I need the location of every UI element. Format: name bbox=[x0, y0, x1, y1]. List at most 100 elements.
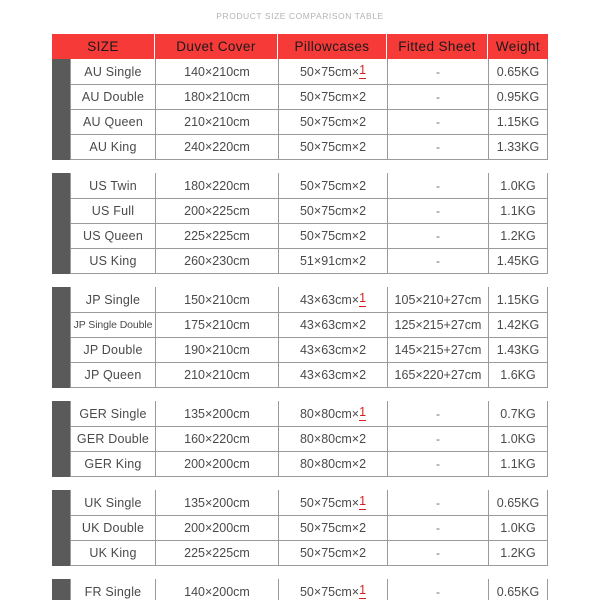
cell-weight: 1.1KG bbox=[500, 204, 536, 218]
region-group-fr: FR Single140×200cm50×75cm×1-0.65KGFR Dou… bbox=[52, 579, 548, 600]
pillowcase-quantity: 2 bbox=[359, 229, 367, 243]
table-row[interactable]: AU Single 140×210cm 50×75cm× 1-0.65KG bbox=[71, 59, 547, 84]
cell-size: JP Double bbox=[71, 338, 156, 362]
cell-pillowcases: 43×63cm× 2 bbox=[279, 363, 388, 387]
pillowcase-dimensions: 50×75cm× bbox=[299, 495, 360, 510]
pillowcase-quantity: 2 bbox=[359, 457, 367, 471]
cell-weight: 1.0KG bbox=[500, 432, 536, 446]
region-accent-bar bbox=[52, 401, 70, 477]
region-group-ger: GER Single 135×200cm 80×80cm× 1-0.7KG GER Do… bbox=[52, 401, 548, 477]
cell-weight: 0.95KG bbox=[496, 90, 540, 104]
cell-weight: 0.7KG bbox=[500, 406, 536, 421]
cell-pillowcases: 50×75cm× 2 bbox=[279, 224, 388, 248]
cell-fitted-sheet: 165×220+27cm bbox=[388, 363, 489, 387]
table-row[interactable]: GER King 200×200cm 80×80cm× 2-1.1KG bbox=[71, 451, 547, 476]
cell-duvet-cover: 140×210cm bbox=[156, 59, 279, 84]
table-row[interactable]: FR Single 140×200cm 50×75cm× 1-0.65KG bbox=[71, 579, 547, 600]
table-row[interactable]: JP Queen 210×210cm 43×63cm× 2 165×220+27cm 1.… bbox=[71, 362, 547, 387]
cell-fitted-sheet: - bbox=[388, 110, 489, 134]
cell-size: AU Queen bbox=[71, 110, 156, 134]
table-row[interactable]: US Queen 225×225cm 50×75cm× 2-1.2KG bbox=[71, 223, 547, 248]
cell-weight: 0.65KG bbox=[496, 64, 540, 79]
cell-duvet-cover: 135×200cm bbox=[156, 490, 279, 515]
cell-duvet-cover: 200×200cm bbox=[156, 516, 279, 540]
region-rows: GER Single 135×200cm 80×80cm× 1-0.7KG GER Do… bbox=[70, 401, 548, 477]
region-rows: JP Single 150×210cm 43×63cm× 1 105×210+27cm 1… bbox=[70, 287, 548, 388]
table-row[interactable]: AU Queen 210×210cm 50×75cm× 2-1.15KG bbox=[71, 109, 547, 134]
table-row[interactable]: GER Single 135×200cm 80×80cm× 1-0.7KG bbox=[71, 401, 547, 426]
cell-duvet-cover: 225×225cm bbox=[156, 224, 279, 248]
region-rows: AU Single 140×210cm 50×75cm× 1-0.65KG AU Dou… bbox=[70, 59, 548, 160]
pillowcase-dimensions: 80×80cm× bbox=[299, 432, 360, 446]
cell-fitted-sheet: - bbox=[388, 135, 489, 159]
table-row[interactable]: US Full 200×225cm 50×75cm× 2-1.1KG bbox=[71, 198, 547, 223]
table-row[interactable]: UK King 225×225cm 50×75cm× 2-1.2KG bbox=[71, 540, 547, 565]
cell-weight: 1.45KG bbox=[496, 254, 540, 268]
cell-duvet-cover: 210×210cm bbox=[156, 363, 279, 387]
pillowcase-dimensions: 50×75cm× bbox=[299, 178, 360, 193]
pillowcase-dimensions: 50×75cm× bbox=[299, 204, 360, 218]
cell-fitted-sheet: 125×215+27cm bbox=[388, 313, 489, 337]
region-group-jp: JP Single 150×210cm 43×63cm× 1 105×210+27cm 1… bbox=[52, 287, 548, 388]
cell-size: AU Single bbox=[71, 59, 156, 84]
table-row[interactable]: GER Double 160×220cm 80×80cm× 2-1.0KG bbox=[71, 426, 547, 451]
cell-pillowcases: 50×75cm× 2 bbox=[279, 110, 388, 134]
pillowcase-dimensions: 43×63cm× bbox=[299, 343, 360, 357]
cell-pillowcases: 43×63cm× 2 bbox=[279, 338, 388, 362]
column-header-size: SIZE bbox=[52, 34, 155, 59]
pillowcase-quantity: 2 bbox=[359, 140, 367, 154]
pillowcase-quantity: 1 bbox=[359, 583, 367, 599]
cell-fitted-sheet: - bbox=[388, 490, 489, 515]
table-row[interactable]: JP Single 150×210cm 43×63cm× 1 105×210+27cm 1… bbox=[71, 287, 547, 312]
table-row[interactable]: UK Single 135×200cm 50×75cm× 1-0.65KG bbox=[71, 490, 547, 515]
table-row[interactable]: JP Single Double 175×210cm 43×63cm× 2 125×21… bbox=[71, 312, 547, 337]
pillowcase-dimensions: 50×75cm× bbox=[299, 521, 360, 535]
cell-duvet-cover: 175×210cm bbox=[156, 313, 279, 337]
cell-duvet-cover: 140×200cm bbox=[156, 579, 279, 600]
table-row[interactable]: AU Double 180×210cm 50×75cm× 2-0.95KG bbox=[71, 84, 547, 109]
cell-weight: 1.2KG bbox=[500, 229, 536, 243]
cell-weight: 0.65KG bbox=[496, 584, 540, 599]
column-header-duvet-cover: Duvet Cover bbox=[155, 34, 278, 59]
region-group-us: US Twin 180×220cm 50×75cm× 2-1.0KG US Full 20… bbox=[52, 173, 548, 274]
table-header-row: SIZE Duvet Cover Pillowcases Fitted Shee… bbox=[52, 34, 548, 59]
cell-fitted-sheet: - bbox=[388, 59, 489, 84]
cell-weight: 1.2KG bbox=[500, 546, 536, 560]
cell-fitted-sheet: 145×215+27cm bbox=[388, 338, 489, 362]
cell-pillowcases: 50×75cm× 2 bbox=[279, 199, 388, 223]
cell-pillowcases: 50×75cm× 2 bbox=[279, 173, 388, 198]
cell-size: GER Double bbox=[71, 427, 156, 451]
pillowcase-quantity: 2 bbox=[359, 546, 367, 560]
cell-duvet-cover: 180×220cm bbox=[156, 173, 279, 198]
pillowcase-dimensions: 50×75cm× bbox=[299, 115, 360, 129]
cell-fitted-sheet: - bbox=[388, 401, 489, 426]
pillowcase-quantity: 2 bbox=[359, 368, 367, 382]
table-row[interactable]: JP Double 190×210cm 43×63cm× 2 145×215+27cm 1… bbox=[71, 337, 547, 362]
cell-weight: 1.0KG bbox=[500, 178, 536, 193]
table-row[interactable]: UK Double 200×200cm 50×75cm× 2-1.0KG bbox=[71, 515, 547, 540]
table-row[interactable]: AU King 240×220cm 50×75cm× 2-1.33KG bbox=[71, 134, 547, 159]
cell-size: GER Single bbox=[71, 401, 156, 426]
cell-fitted-sheet: - bbox=[388, 85, 489, 109]
cell-weight: 1.15KG bbox=[496, 115, 540, 129]
cell-weight: 0.65KG bbox=[496, 495, 540, 510]
cell-weight: 1.1KG bbox=[500, 457, 536, 471]
cell-fitted-sheet: - bbox=[388, 516, 489, 540]
cell-fitted-sheet: - bbox=[388, 452, 489, 476]
cell-duvet-cover: 240×220cm bbox=[156, 135, 279, 159]
cell-duvet-cover: 150×210cm bbox=[156, 287, 279, 312]
cell-duvet-cover: 160×220cm bbox=[156, 427, 279, 451]
cell-weight: 1.33KG bbox=[496, 140, 540, 154]
size-comparison-table: SIZE Duvet Cover Pillowcases Fitted Shee… bbox=[52, 34, 548, 600]
cell-fitted-sheet: - bbox=[388, 249, 489, 273]
column-header-fitted-sheet: Fitted Sheet bbox=[387, 34, 488, 59]
table-row[interactable]: US Twin 180×220cm 50×75cm× 2-1.0KG bbox=[71, 173, 547, 198]
cell-size: JP Queen bbox=[71, 363, 156, 387]
pillowcase-quantity: 2 bbox=[359, 318, 367, 332]
pillowcase-dimensions: 50×75cm× bbox=[299, 229, 360, 243]
cell-duvet-cover: 200×225cm bbox=[156, 199, 279, 223]
cell-size: AU King bbox=[71, 135, 156, 159]
cell-weight: 1.15KG bbox=[496, 292, 540, 307]
table-row[interactable]: US King 260×230cm 51×91cm× 2-1.45KG bbox=[71, 248, 547, 273]
pillowcase-dimensions: 51×91cm× bbox=[299, 254, 360, 268]
